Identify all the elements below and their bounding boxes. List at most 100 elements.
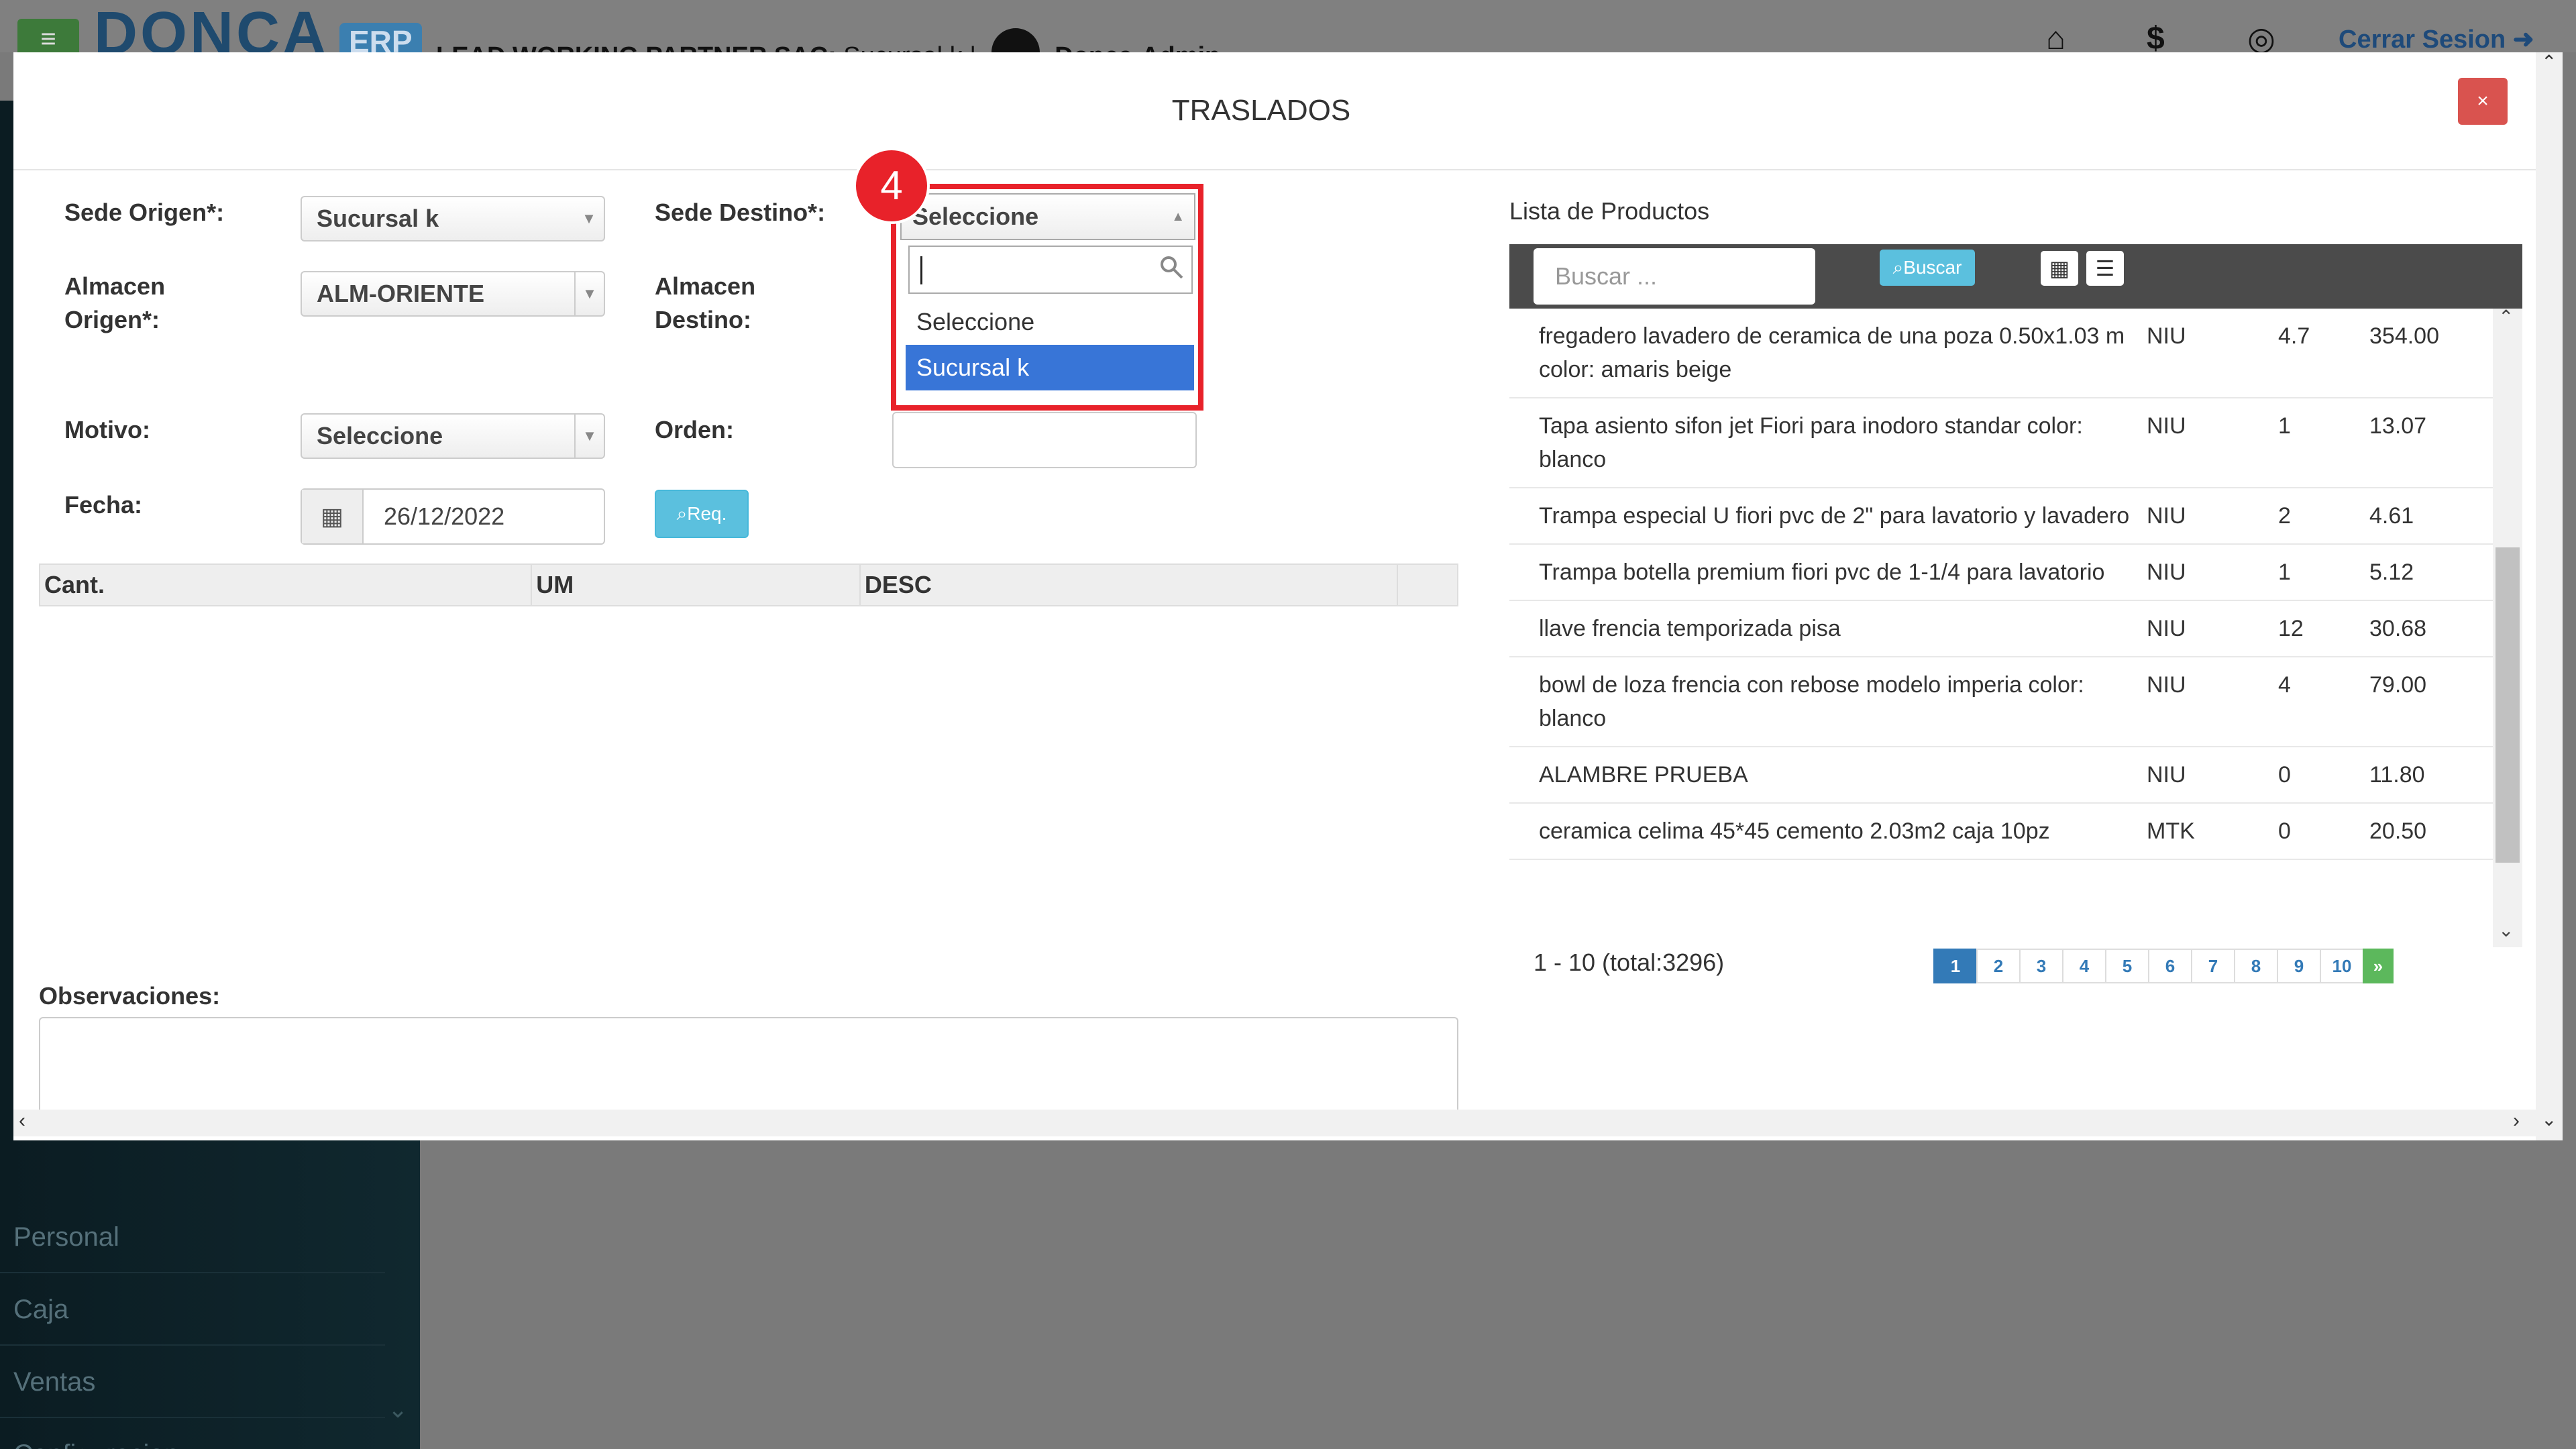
product-um: NIU (2147, 559, 2186, 585)
motivo-label: Motivo: (64, 416, 150, 443)
product-price: 79.00 (2369, 672, 2427, 698)
scroll-up-icon[interactable]: ⌃ (2541, 51, 2557, 73)
sidebar-item-configuracion[interactable]: Configuracion (0, 1418, 385, 1449)
page-5[interactable]: 5 (2105, 949, 2149, 983)
scroll-down-icon[interactable]: ⌄ (2498, 919, 2514, 941)
product-qty: 1 (2278, 559, 2291, 585)
observaciones-textarea[interactable] (39, 1017, 1458, 1118)
observaciones-label: Observaciones: (39, 982, 221, 1010)
search-icon: ⌕ (676, 503, 688, 524)
scroll-up-icon[interactable]: ⌃ (2498, 306, 2514, 328)
product-um: MTK (2147, 818, 2195, 844)
scroll-left-icon[interactable]: ‹ (19, 1110, 25, 1132)
app-logo: DONCA ERP (94, 3, 422, 64)
product-qty: 2 (2278, 503, 2291, 529)
caret-down-icon: ▼ (574, 272, 604, 315)
modal-header: TRASLADOS × (13, 52, 2563, 170)
logout-link[interactable]: Cerrar Sesion ➜ (2339, 24, 2534, 54)
product-desc: Trampa especial U fiori pvc de 2" para l… (1539, 503, 2130, 529)
scroll-down-icon[interactable]: ⌄ (2541, 1108, 2557, 1130)
scroll-right-icon[interactable]: › (2513, 1110, 2520, 1132)
product-desc: fregadero lavadero de ceramica de una po… (1539, 323, 2125, 382)
detail-table-header: Cant. UM DESC (39, 564, 1458, 606)
page-3[interactable]: 3 (2019, 949, 2063, 983)
product-row[interactable]: Trampa especial U fiori pvc de 2" para l… (1509, 488, 2496, 545)
dropdown-option-seleccione[interactable]: Seleccione (906, 299, 1194, 345)
step-badge: 4 (853, 148, 930, 224)
calendar-icon[interactable]: ▦ (302, 490, 364, 543)
sidebar-item-caja[interactable]: Caja (0, 1273, 385, 1346)
product-toolbar: Buscar ... ⌕Buscar ▦ ☰ (1509, 244, 2522, 309)
next-page-button[interactable]: » (2363, 949, 2394, 983)
product-desc: ALAMBRE PRUEBA (1539, 762, 1748, 788)
page-8[interactable]: 8 (2234, 949, 2278, 983)
product-search-input[interactable]: Buscar ... (1534, 248, 1815, 305)
dollar-icon[interactable]: $ (2147, 20, 2165, 57)
req-button[interactable]: ⌕Req. (655, 490, 749, 538)
sede-origen-select[interactable]: Sucursal k ▼ (301, 196, 605, 241)
page-9[interactable]: 9 (2277, 949, 2321, 983)
motivo-select[interactable]: Seleccione ▼ (301, 413, 605, 459)
chevron-down-icon[interactable]: ⌄ (388, 1395, 408, 1424)
dropdown-options: Seleccione Sucursal k (906, 299, 1194, 390)
sidebar-item-ventas[interactable]: Ventas (0, 1346, 385, 1418)
list-view-icon[interactable]: ☰ (2086, 251, 2124, 286)
page-10[interactable]: 10 (2320, 949, 2364, 983)
modal-vertical-scrollbar[interactable]: ⌃ ⌄ (2536, 52, 2563, 1140)
product-search-button[interactable]: ⌕Buscar (1880, 250, 1975, 286)
grid-view-icon[interactable]: ▦ (2041, 251, 2078, 286)
almacen-destino-label: Almacen Destino: (655, 270, 755, 337)
product-row[interactable]: bowl de loza frencia con rebose modelo i… (1509, 657, 2496, 747)
search-icon: ⌕ (1892, 257, 1904, 278)
page-7[interactable]: 7 (2191, 949, 2235, 983)
product-um: NIU (2147, 323, 2186, 349)
product-price: 11.80 (2369, 762, 2425, 788)
page-1[interactable]: 1 (1933, 949, 1978, 983)
product-row[interactable]: Trampa botella premium fiori pvc de 1-1/… (1509, 545, 2496, 601)
sede-origen-value: Sucursal k (317, 205, 439, 232)
product-qty: 12 (2278, 616, 2304, 641)
product-row[interactable]: llave frencia temporizada pisa NIU 12 30… (1509, 601, 2496, 657)
almacen-origen-select[interactable]: ALM-ORIENTE ▼ (301, 271, 605, 317)
home-icon[interactable]: ⌂ (2046, 20, 2065, 57)
almacen-origen-label: Almacen Origen*: (64, 270, 165, 337)
almacen-origen-value: ALM-ORIENTE (317, 280, 484, 307)
product-row[interactable]: fregadero lavadero de ceramica de una po… (1509, 309, 2496, 398)
almacen-origen-label-line1: Almacen (64, 272, 166, 300)
product-desc: bowl de loza frencia con rebose modelo i… (1539, 672, 2084, 731)
sede-destino-select[interactable]: Seleccione ▲ (900, 193, 1195, 240)
orden-input[interactable] (892, 412, 1197, 468)
pagination: 1 2 3 4 5 6 7 8 9 10 » (1933, 949, 2394, 983)
fecha-input[interactable]: 26/12/2022 (364, 490, 504, 543)
caret-up-icon: ▲ (1171, 209, 1185, 224)
col-um: UM (532, 565, 861, 605)
page-6[interactable]: 6 (2148, 949, 2192, 983)
product-price: 5.12 (2369, 559, 2414, 585)
product-row[interactable]: Tapa asiento sifon jet Fiori para inodor… (1509, 398, 2496, 488)
page-4[interactable]: 4 (2062, 949, 2106, 983)
product-um: NIU (2147, 672, 2186, 698)
product-row[interactable]: ceramica celima 45*45 cemento 2.03m2 caj… (1509, 804, 2496, 860)
sidebar-item-personal[interactable]: Personal (0, 1201, 385, 1273)
col-cant: Cant. (40, 565, 533, 605)
dropdown-option-sucursal-k[interactable]: Sucursal k (906, 345, 1194, 390)
sede-destino-value: Seleccione (912, 203, 1039, 230)
fecha-input-group[interactable]: ▦ 26/12/2022 (301, 488, 605, 545)
sede-destino-dropdown[interactable]: Seleccione ▲ Seleccione Sucursal k (891, 184, 1203, 411)
scrollbar-thumb[interactable] (2496, 547, 2520, 863)
product-list-scrollbar[interactable]: ⌃ ⌄ (2493, 306, 2522, 947)
page-2[interactable]: 2 (1976, 949, 2021, 983)
product-desc: Trampa botella premium fiori pvc de 1-1/… (1539, 559, 2105, 585)
modal-horizontal-scrollbar[interactable]: ‹ › (13, 1110, 2536, 1136)
product-um: NIU (2147, 616, 2186, 641)
traslados-modal: TRASLADOS × Sede Origen*: Sucursal k ▼ A… (13, 52, 2563, 1140)
caret-down-icon: ▼ (582, 210, 596, 227)
motivo-value: Seleccione (317, 422, 443, 449)
product-row[interactable]: ALAMBRE PRUEBA NIU 0 11.80 (1509, 747, 2496, 804)
almacen-destino-label-line1: Almacen (655, 272, 756, 300)
product-price: 30.68 (2369, 616, 2427, 641)
dropdown-search-input[interactable] (908, 246, 1193, 294)
close-button[interactable]: × (2458, 78, 2508, 125)
fecha-label: Fecha: (64, 491, 143, 519)
product-qty: 0 (2278, 818, 2291, 844)
